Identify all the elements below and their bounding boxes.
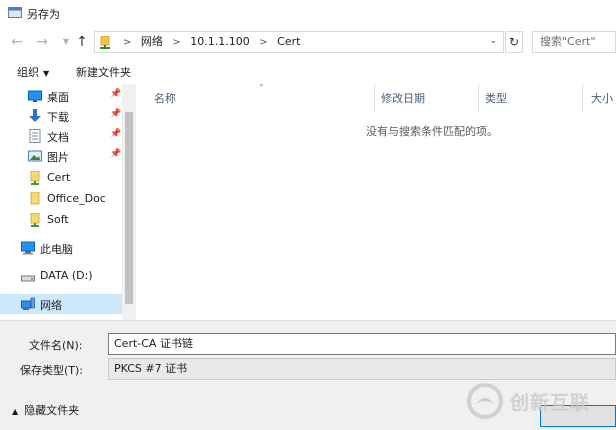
breadcrumb: > 网络 > 10.1.1.100 > Cert xyxy=(117,32,300,52)
caret-down-icon: ▼ xyxy=(43,69,50,78)
network-folder-icon xyxy=(100,36,110,49)
breadcrumb-network[interactable]: 网络 xyxy=(141,35,163,48)
hide-folders-button[interactable]: ▲ 隐藏文件夹 xyxy=(12,402,79,418)
pin-icon: 📌 xyxy=(110,109,122,119)
arrow-right-icon[interactable]: → xyxy=(34,34,50,50)
pictures-icon xyxy=(28,150,42,162)
chevron-down-icon[interactable]: ▼ xyxy=(58,34,74,50)
desktop-icon xyxy=(28,90,42,102)
filetype-label: 保存类型(T): xyxy=(20,364,84,377)
caret-up-icon: ▲ xyxy=(12,407,19,416)
sidebar-item-desktop[interactable]: 桌面 📌 xyxy=(0,86,122,106)
sidebar-item-label: 下载 xyxy=(47,111,69,124)
sidebar-item-this-pc[interactable]: 此电脑 xyxy=(0,238,122,258)
sidebar-item-label: Cert xyxy=(47,171,71,184)
window-title: 另存为 xyxy=(27,8,60,21)
breadcrumb-separator[interactable]: > xyxy=(172,37,180,48)
search-input[interactable]: 搜索"Cert" xyxy=(532,31,616,53)
command-toolbar: 组织 ▼ 新建文件夹 xyxy=(0,58,616,84)
sidebar-item-label: Office_Doc xyxy=(47,192,106,205)
sidebar-item-cert[interactable]: Cert xyxy=(0,168,122,188)
folder-icon xyxy=(30,213,40,227)
refresh-icon[interactable]: ↻ xyxy=(505,31,523,53)
pin-icon: 📌 xyxy=(110,149,122,159)
hide-folders-label: 隐藏文件夹 xyxy=(24,404,80,417)
sidebar-scrollbar[interactable] xyxy=(122,84,136,320)
filename-input[interactable]: Cert-CA 证书链 xyxy=(108,333,616,355)
folder-icon xyxy=(30,171,40,185)
title-bar: 另存为 xyxy=(0,0,616,26)
breadcrumb-separator: > xyxy=(123,37,132,48)
sidebar-item-label: DATA (D:) xyxy=(40,269,93,282)
filetype-select[interactable]: PKCS #7 证书 xyxy=(108,358,616,380)
drive-icon xyxy=(21,275,35,282)
sidebar-item-office-doc[interactable]: Office_Doc xyxy=(0,189,122,209)
column-header-name[interactable]: 名称 xyxy=(154,90,176,106)
address-bar[interactable]: > 网络 > 10.1.1.100 > Cert ⌄ xyxy=(94,31,504,53)
sidebar-item-network[interactable]: 网络 xyxy=(0,294,122,314)
scrollbar-thumb[interactable] xyxy=(125,112,133,304)
pin-icon: 📌 xyxy=(110,89,122,99)
watermark-logo-icon xyxy=(467,383,503,419)
network-icon xyxy=(21,297,35,310)
column-divider[interactable] xyxy=(478,84,479,112)
sidebar-item-soft[interactable]: Soft xyxy=(0,210,122,230)
save-dialog-icon xyxy=(8,7,22,18)
organize-label: 组织 xyxy=(17,66,39,79)
sidebar-item-pictures[interactable]: 图片 📌 xyxy=(0,146,122,166)
sidebar-item-label: 图片 xyxy=(47,151,69,164)
organize-button[interactable]: 组织 ▼ xyxy=(17,64,49,80)
computer-icon xyxy=(21,241,35,255)
folder-icon xyxy=(30,192,40,205)
sidebar-item-data-drive[interactable]: DATA (D:) xyxy=(0,266,122,286)
arrow-left-icon[interactable]: ← xyxy=(9,34,25,50)
column-header-size[interactable]: 大小 xyxy=(591,90,613,106)
sidebar-item-label: 网络 xyxy=(40,299,62,312)
navigation-pane: 桌面 📌 下载 📌 文档 📌 图片 📌 Cert Office_Doc Soft… xyxy=(0,84,136,320)
breadcrumb-folder[interactable]: Cert xyxy=(277,35,300,48)
watermark: 创新互联 xyxy=(466,382,616,422)
document-icon xyxy=(29,129,41,143)
filename-label: 文件名(N): xyxy=(29,339,83,352)
column-header-type[interactable]: 类型 xyxy=(485,90,507,106)
address-dropdown-icon[interactable]: ⌄ xyxy=(489,36,497,46)
new-folder-button[interactable]: 新建文件夹 xyxy=(76,64,131,80)
sort-ascending-icon: ⌃ xyxy=(258,83,265,92)
breadcrumb-host[interactable]: 10.1.1.100 xyxy=(190,35,249,48)
column-header-modified[interactable]: 修改日期 xyxy=(381,90,425,106)
empty-message: 没有与搜索条件匹配的项。 xyxy=(366,125,498,138)
sidebar-item-documents[interactable]: 文档 📌 xyxy=(0,126,122,146)
navigation-bar: ← → ▼ ↑ > 网络 > 10.1.1.100 > Cert ⌄ ↻ 搜索"… xyxy=(0,28,616,56)
sidebar-item-label: 此电脑 xyxy=(40,243,73,256)
file-list[interactable]: ⌃ 名称 修改日期 类型 大小 没有与搜索条件匹配的项。 xyxy=(136,83,616,320)
sidebar-item-label: Soft xyxy=(47,213,69,226)
pin-icon: 📌 xyxy=(110,129,122,139)
arrow-up-icon[interactable]: ↑ xyxy=(74,34,90,50)
download-icon xyxy=(29,109,41,122)
column-divider[interactable] xyxy=(374,84,375,112)
sidebar-item-downloads[interactable]: 下载 📌 xyxy=(0,106,122,126)
column-divider[interactable] xyxy=(582,84,583,112)
watermark-text: 创新互联 xyxy=(510,392,591,414)
sidebar-item-label: 桌面 xyxy=(47,91,69,104)
sidebar-item-label: 文档 xyxy=(47,131,69,144)
breadcrumb-separator[interactable]: > xyxy=(259,37,267,48)
